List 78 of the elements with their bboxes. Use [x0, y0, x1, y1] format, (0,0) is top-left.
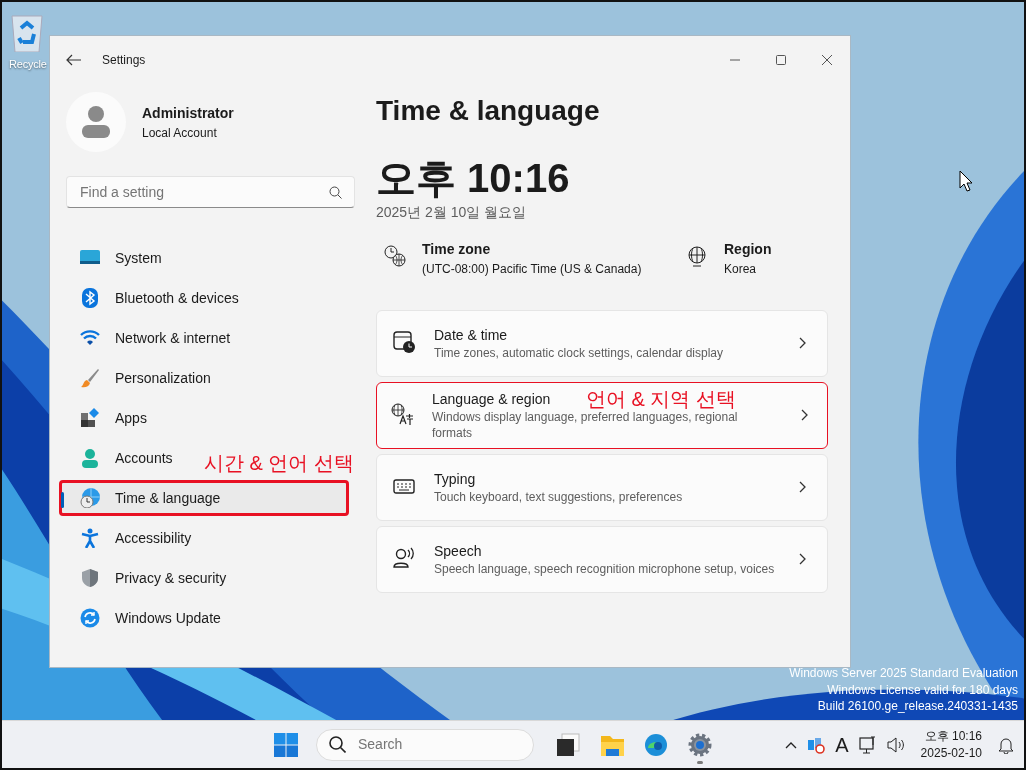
card-title: Language & region — [432, 390, 551, 409]
settings-search-field[interactable]: Find a setting — [78, 177, 329, 207]
calendar-clock-icon — [393, 331, 417, 356]
person-icon — [80, 448, 100, 468]
annotation-text: 언어 & 지역 선택 — [586, 386, 736, 412]
apps-icon — [80, 408, 100, 428]
chevron-right-icon — [801, 409, 809, 422]
network-app-icon[interactable] — [807, 735, 826, 754]
current-time: 오후 10:16 — [376, 154, 571, 202]
card-title: Date & time — [434, 325, 508, 345]
account-name: Administrator — [142, 103, 234, 123]
browser-swirl-icon — [644, 732, 668, 757]
card-title: Typing — [434, 469, 476, 489]
recycle-bin-icon[interactable] — [9, 12, 45, 52]
gear-icon — [688, 732, 712, 757]
nav-item[interactable]: Accounts — [59, 440, 184, 476]
bluetooth-icon — [80, 288, 100, 308]
nav-item[interactable]: Bluetooth & devices — [59, 280, 250, 316]
settings-card[interactable]: Date & time Time zones, automatic clock settings, calendar display — [376, 309, 828, 377]
nav-item[interactable]: Apps — [59, 400, 158, 436]
card-description: Touch keyboard, text suggestions, preferences — [434, 489, 684, 506]
settings-search-box[interactable]: Find a setting — [66, 176, 355, 208]
globe-clock-icon — [80, 488, 100, 508]
back-icon[interactable] — [66, 54, 82, 66]
search-icon — [329, 736, 346, 753]
settings-card[interactable]: Speech Speech language, speech recognition microphone setup, voices — [376, 525, 828, 593]
running-indicator — [697, 760, 703, 764]
maximize-icon — [776, 55, 786, 65]
chevron-right-icon — [799, 553, 807, 566]
notification-bell-icon[interactable] — [998, 735, 1014, 754]
nav-item[interactable]: Personalization — [59, 360, 222, 396]
time-zone-icon — [384, 244, 406, 267]
card-description: Windows display language, preferred languages, regional formats — [432, 410, 739, 442]
summary-label: Time zone — [422, 239, 492, 259]
volume-icon[interactable] — [886, 736, 905, 753]
clock-date: 2025-02-10 — [920, 744, 982, 761]
network-icon[interactable] — [858, 735, 877, 754]
window-title: Settings — [102, 52, 146, 69]
nav-item[interactable]: System — [59, 240, 173, 276]
summary-label: Region — [724, 239, 772, 259]
taskbar-search-box[interactable]: Search — [316, 728, 534, 761]
input-indicator[interactable]: A — [835, 729, 849, 760]
settings-card[interactable]: Typing Touch keyboard, text suggestions, preferences — [376, 453, 828, 521]
clock-time: 오후 10:16 — [923, 728, 982, 745]
taskbar-clock[interactable]: 오후 10:16 2025-02-10 — [914, 728, 988, 761]
current-date: 2025년 2월 10일 월요일 — [376, 202, 528, 222]
language-icon — [391, 403, 415, 428]
chevron-right-icon — [799, 337, 807, 350]
close-icon — [822, 55, 832, 65]
evaluation-notice-line: Windows Server 2025 Standard Evaluation — [789, 665, 1018, 682]
chevron-up-icon[interactable] — [785, 740, 798, 749]
sync-icon — [80, 608, 100, 628]
shield-icon — [80, 568, 100, 588]
nav-item[interactable]: Time & language — [59, 480, 349, 516]
chevron-right-icon — [799, 481, 807, 494]
nav-item[interactable]: Windows Update — [59, 600, 232, 636]
globe-icon — [686, 244, 708, 267]
accessibility-icon — [80, 528, 100, 548]
card-title: Speech — [434, 541, 482, 561]
account-type: Local Account — [142, 124, 218, 142]
card-description: Time zones, automatic clock settings, calendar display — [434, 345, 725, 362]
windows-stack-icon — [556, 732, 580, 757]
brush-icon — [80, 368, 100, 388]
taskbar-search-field[interactable]: Search — [356, 733, 506, 756]
card-description: Speech language, speech recognition microphone setup, voices — [434, 561, 776, 578]
nav-item[interactable]: Network & internet — [59, 320, 242, 356]
wifi-icon — [80, 328, 100, 348]
summary-value: Korea — [724, 260, 758, 278]
cursor-icon — [959, 170, 973, 192]
nav-item[interactable]: Privacy & security — [59, 560, 238, 596]
nav-item[interactable]: Accessibility — [59, 520, 203, 556]
person-icon — [82, 106, 110, 138]
search-icon — [329, 185, 342, 199]
summary-value: (UTC-08:00) Pacific Time (US & Canada) — [422, 260, 642, 278]
page-title: Time & language — [376, 94, 601, 128]
evaluation-notice-line: Build 26100.ge_release.240331-1435 — [816, 697, 1018, 714]
windows-logo-icon — [274, 732, 298, 757]
annotation-text: 시간 & 언어 선택 — [204, 451, 354, 476]
